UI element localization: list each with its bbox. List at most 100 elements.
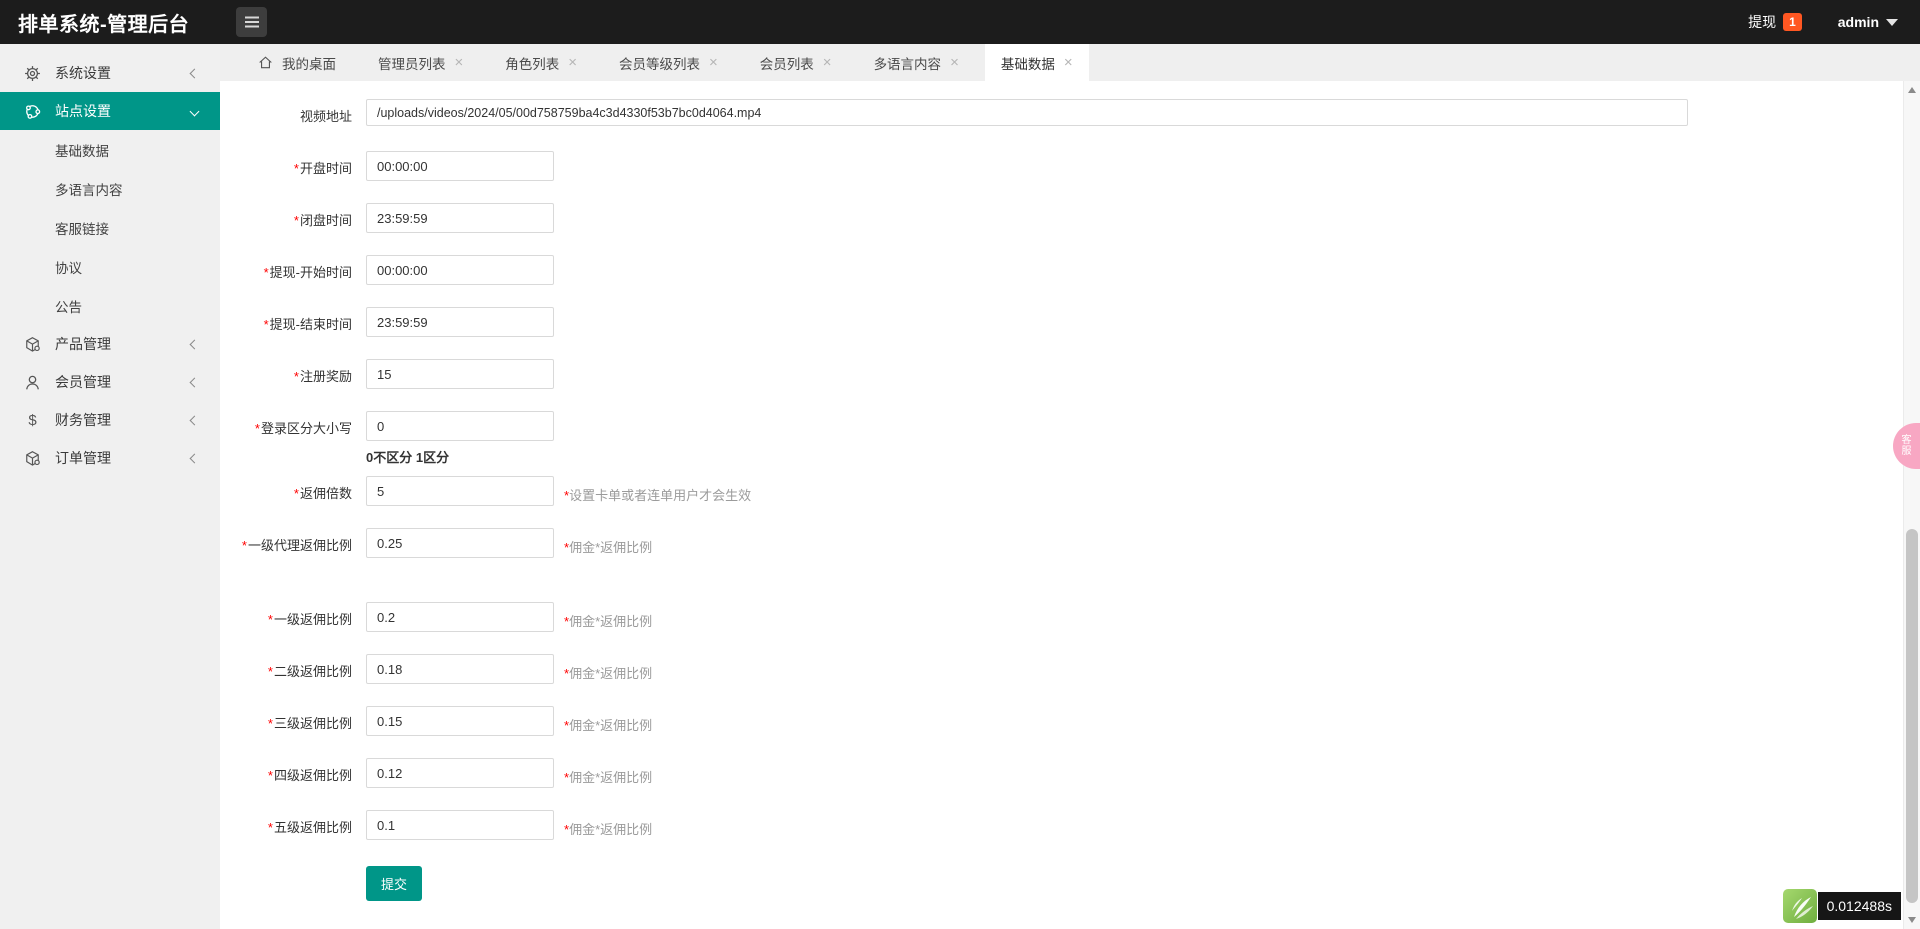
chevron-left-icon <box>189 453 200 463</box>
sidebar-item-label: 财务管理 <box>55 412 111 428</box>
topbar: 排单系统-管理后台 提现 1 admin <box>0 0 1920 44</box>
withdraw-end-time-input[interactable] <box>366 307 554 337</box>
sidebar-item-label: 系统设置 <box>55 65 111 81</box>
sidebar-subitem-label: 多语言内容 <box>55 182 123 198</box>
sidebar-item-label: 会员管理 <box>55 374 111 390</box>
tab-label: 会员等级列表 <box>619 56 701 72</box>
tab-my-desktop[interactable]: 我的桌面 <box>242 44 352 81</box>
tab-label: 角色列表 <box>505 56 560 72</box>
tab-multilanguage-content[interactable]: 多语言内容 × <box>858 44 975 81</box>
login-case-sensitive-input[interactable] <box>366 411 554 441</box>
user-menu[interactable]: admin <box>1838 14 1898 30</box>
menu-toggle-button[interactable] <box>236 7 267 37</box>
sidebar-item-system-settings[interactable]: 系统设置 <box>0 54 220 92</box>
field-label: *四级返佣比例 <box>267 768 352 783</box>
field-label: *二级返佣比例 <box>267 664 352 679</box>
withdraw-start-time-input[interactable] <box>366 255 554 285</box>
tab-label: 管理员列表 <box>378 56 446 72</box>
field-label: *注册奖励 <box>293 369 352 384</box>
sidebar: 系统设置 站点设置 基础数据 多语言内容 客服链接 协议 公告 产品管理 会员管… <box>0 44 220 929</box>
hamburger-icon <box>244 16 259 28</box>
sidebar-subitem-multilanguage-content[interactable]: 多语言内容 <box>0 169 220 208</box>
sidebar-subitem-label: 公告 <box>55 299 82 315</box>
close-icon[interactable]: × <box>709 55 718 70</box>
home-icon <box>258 55 273 70</box>
field-label: *闭盘时间 <box>293 213 352 228</box>
required-asterisk: * <box>267 612 273 627</box>
scroll-down-arrow[interactable] <box>1904 913 1920 927</box>
chevron-left-icon <box>189 68 200 78</box>
required-asterisk: * <box>293 486 299 501</box>
required-asterisk: * <box>254 421 260 436</box>
sidebar-subitem-agreement[interactable]: 协议 <box>0 247 220 286</box>
level1-rebate-ratio-input[interactable] <box>366 602 554 632</box>
tab-label: 多语言内容 <box>873 56 942 72</box>
video-url-input[interactable] <box>366 99 1688 126</box>
level4-rebate-ratio-input[interactable] <box>366 758 554 788</box>
customer-service-label: 客服 <box>1901 435 1912 457</box>
sidebar-subitem-customer-service-links[interactable]: 客服链接 <box>0 208 220 247</box>
withdraw-menu-item[interactable]: 提现 1 <box>1748 12 1802 32</box>
sidebar-item-product-management[interactable]: 产品管理 <box>0 325 220 363</box>
required-asterisk: * <box>293 213 299 228</box>
field-label: *返佣倍数 <box>293 486 352 501</box>
sidebar-item-finance-management[interactable]: $ 财务管理 <box>0 401 220 439</box>
sidebar-subitem-basic-data[interactable]: 基础数据 <box>0 130 220 169</box>
field-hint: *佣金*返佣比例 <box>564 614 653 629</box>
level3-rebate-ratio-input[interactable] <box>366 706 554 736</box>
dollar-icon: $ <box>28 411 37 429</box>
thinkphp-logo-icon <box>1782 888 1818 924</box>
field-hint: *佣金*返佣比例 <box>564 822 653 837</box>
field-hint: *设置卡单或者连单用户才会生效 <box>564 488 752 503</box>
tab-label: 基础数据 <box>1000 56 1055 72</box>
required-asterisk: * <box>267 716 273 731</box>
exec-time-value: 0.012488s <box>1817 892 1901 920</box>
chevron-left-icon <box>189 415 200 425</box>
required-asterisk: * <box>293 161 299 176</box>
field-label: *登录区分大小写 <box>254 421 352 436</box>
close-icon[interactable]: × <box>950 55 959 70</box>
exec-time-badge: 0.012488s <box>1782 888 1901 924</box>
field-label: *提现-结束时间 <box>263 317 352 332</box>
required-asterisk: * <box>263 265 269 280</box>
field-label: *三级返佣比例 <box>267 716 352 731</box>
required-asterisk: * <box>267 820 273 835</box>
close-icon[interactable]: × <box>455 55 464 70</box>
field-label: 视频地址 <box>299 109 352 124</box>
field-label: *一级代理返佣比例 <box>241 538 352 553</box>
open-time-input[interactable] <box>366 151 554 181</box>
close-icon[interactable]: × <box>568 55 577 70</box>
tab-basic-data[interactable]: 基础数据 × <box>984 44 1089 81</box>
sidebar-subitem-announcement[interactable]: 公告 <box>0 286 220 325</box>
caret-down-icon <box>1886 18 1898 26</box>
required-asterisk: * <box>267 768 273 783</box>
tab-member-list[interactable]: 会员列表 × <box>744 44 848 81</box>
sidebar-item-label: 站点设置 <box>55 103 111 119</box>
scroll-up-arrow[interactable] <box>1904 83 1920 97</box>
sidebar-item-order-management[interactable]: 订单管理 <box>0 439 220 477</box>
close-icon[interactable]: × <box>1064 55 1073 70</box>
site-icon <box>24 103 41 120</box>
register-reward-input[interactable] <box>366 359 554 389</box>
required-asterisk: * <box>263 317 269 332</box>
rebate-multiplier-input[interactable] <box>366 476 554 506</box>
app-title: 排单系统-管理后台 <box>18 13 190 36</box>
level2-rebate-ratio-input[interactable] <box>366 654 554 684</box>
vertical-scrollbar[interactable] <box>1903 81 1920 929</box>
tab-role-list[interactable]: 角色列表 × <box>489 44 593 81</box>
tab-admin-list[interactable]: 管理员列表 × <box>362 44 479 81</box>
tab-member-level-list[interactable]: 会员等级列表 × <box>603 44 734 81</box>
sidebar-item-site-settings[interactable]: 站点设置 <box>0 92 220 130</box>
sidebar-item-label: 订单管理 <box>55 450 111 466</box>
field-label: *开盘时间 <box>293 161 352 176</box>
field-label: *一级返佣比例 <box>267 612 352 627</box>
close-time-input[interactable] <box>366 203 554 233</box>
main-content: 视频地址 *开盘时间 *闭盘时间 *提现-开始时间 *提现-结束时间 *注册奖励… <box>220 81 1903 929</box>
close-icon[interactable]: × <box>823 55 832 70</box>
submit-button[interactable]: 提交 <box>366 866 423 901</box>
sidebar-item-member-management[interactable]: 会员管理 <box>0 363 220 401</box>
chevron-down-icon <box>189 106 200 116</box>
level1-agent-rebate-ratio-input[interactable] <box>366 528 554 558</box>
scrollbar-thumb[interactable] <box>1906 529 1918 903</box>
level5-rebate-ratio-input[interactable] <box>366 810 554 840</box>
